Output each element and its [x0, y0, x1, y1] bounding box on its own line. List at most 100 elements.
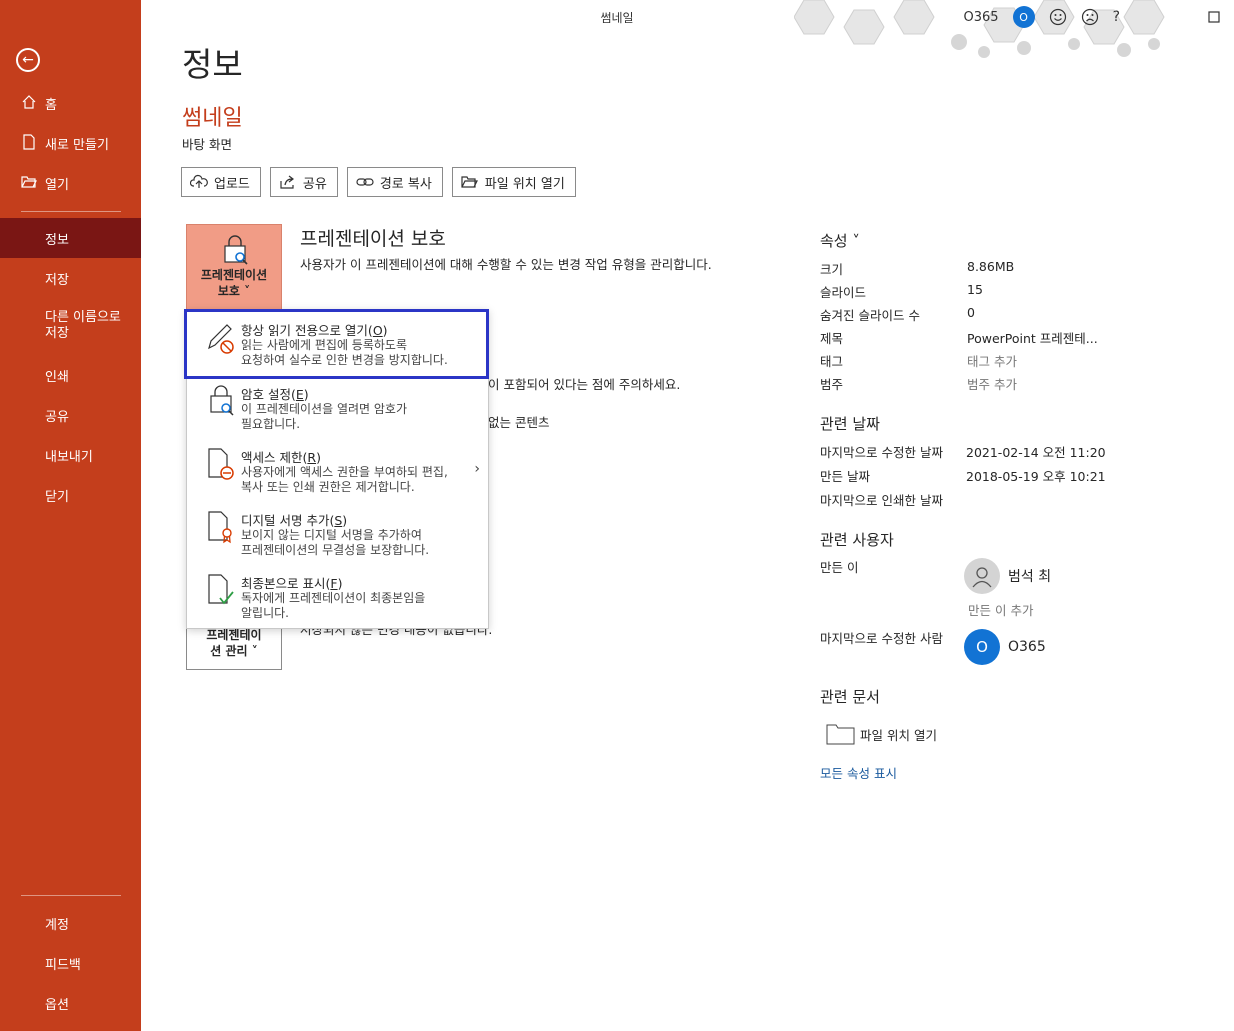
protect-tile-label-1: 프레젠테이션 — [200, 268, 268, 282]
sidebar-item-label: 계정 — [45, 917, 69, 933]
help-icon[interactable]: ? — [1113, 9, 1120, 25]
menu-item-title-text: 항상 읽기 전용으로 열기 — [241, 323, 368, 338]
link-icon — [356, 178, 374, 186]
last-modified-by-label: 마지막으로 수정한 사람 — [820, 631, 943, 646]
upload-icon — [190, 174, 208, 188]
sidebar-item-label: 저장 — [45, 272, 69, 288]
pencil-no-icon — [208, 324, 234, 354]
sidebar-item-feedback[interactable]: 피드백 — [0, 943, 141, 983]
prop-value-title[interactable]: PowerPoint 프레젠테... — [967, 328, 1098, 347]
sidebar-item-label: 열기 — [45, 177, 69, 193]
author-label: 만든 이 — [820, 560, 859, 575]
author-name: 범석 최 — [1008, 569, 1052, 585]
add-author-link[interactable]: 만든 이 추가 — [968, 600, 1033, 619]
sidebar-item-account[interactable]: 계정 — [0, 903, 141, 943]
account-avatar[interactable]: O — [1012, 6, 1035, 28]
document-name: 썸네일 — [182, 106, 243, 131]
prop-value-tags[interactable]: 태그 추가 — [967, 351, 1017, 370]
sidebar-item-label: 옵션 — [45, 997, 69, 1013]
maximize-icon[interactable] — [1208, 11, 1220, 23]
menu-item-always-read-only[interactable]: 항상 읽기 전용으로 열기(O) 읽는 사람에게 편집에 등록하도록 요청하여 … — [187, 314, 488, 376]
menu-item-accesskey: O — [372, 323, 383, 338]
lock-search-icon — [224, 235, 248, 265]
menu-item-title: 디지털 서명 추가(S) — [241, 513, 348, 528]
avatar: O — [964, 629, 1000, 665]
doc-check-icon — [208, 574, 234, 605]
menu-item-desc-2: 요청하여 실수로 인한 변경을 방지합니다. — [241, 353, 448, 367]
sidebar-item-save[interactable]: 저장 — [0, 258, 141, 298]
folder-icon — [826, 724, 855, 745]
menu-item-desc: 보이지 않는 디지털 서명을 추가하여 프레젠테이션의 무결성을 보장합니다. — [241, 528, 481, 558]
share-button[interactable]: 공유 — [269, 167, 338, 197]
copy-path-button[interactable]: 경로 복사 — [346, 167, 443, 197]
prop-value-category[interactable]: 범주 추가 — [967, 374, 1017, 393]
upload-button[interactable]: 업로드 — [181, 167, 261, 197]
user-avatar-icon — [964, 558, 1000, 594]
sidebar-divider — [21, 895, 121, 896]
back-arrow-icon[interactable]: ← — [16, 48, 40, 72]
sidebar-item-home[interactable]: 홈 — [0, 83, 141, 123]
menu-item-title-text: 디지털 서명 추가 — [241, 513, 330, 528]
prop-label-tags: 태그 — [820, 354, 844, 369]
menu-item-digital-signature[interactable]: 디지털 서명 추가(S) 보이지 않는 디지털 서명을 추가하여 프레젠테이션의… — [187, 504, 488, 566]
sidebar-divider — [21, 211, 121, 212]
share-icon — [280, 175, 294, 189]
related-people-header: 관련 사용자 — [820, 531, 894, 549]
account-name[interactable]: O365 — [964, 10, 999, 25]
sidebar-item-export[interactable]: 내보내기 — [0, 435, 141, 475]
menu-item-title: 액세스 제한(R) — [241, 450, 321, 465]
sidebar-item-label: 닫기 — [45, 489, 69, 505]
show-all-properties-link[interactable]: 모든 속성 표시 — [820, 763, 897, 782]
open-file-location-link[interactable]: 파일 위치 열기 — [826, 722, 937, 746]
menu-item-mark-as-final[interactable]: 최종본으로 표시(F) 독자에게 프레젠테이션이 최종본임을 알립니다. — [187, 567, 488, 629]
menu-item-title: 항상 읽기 전용으로 열기(O) — [241, 323, 388, 338]
manage-tile-label: 프레젠테이 션 관리 ˅ — [187, 627, 281, 659]
menu-item-desc: 읽는 사람에게 편집에 등록하도록 요청하여 실수로 인한 변경을 방지합니다. — [241, 338, 481, 368]
doc-ribbon-icon — [208, 511, 232, 544]
menu-item-desc-2: 필요합니다. — [241, 417, 301, 431]
sidebar-item-save-as[interactable]: 다른 이름으로 저장 — [0, 310, 141, 350]
menu-item-desc: 사용자에게 액세스 권한을 부여하되 편집, 복사 또는 인쇄 권한은 제거합니… — [241, 465, 481, 495]
date-label-printed: 마지막으로 인쇄한 날짜 — [820, 493, 943, 508]
sidebar-item-print[interactable]: 인쇄 — [0, 355, 141, 395]
doc-restrict-icon — [208, 448, 234, 480]
backstage-sidebar: ← 홈 새로 만들기 열기 정보 저장 다른 이름으로 저장 인쇄 공유 내보내… — [0, 0, 141, 1031]
prop-label-slides: 슬라이드 — [820, 285, 867, 300]
menu-item-desc: 이 프레젠테이션을 열려면 암호가 필요합니다. — [241, 402, 481, 432]
sidebar-item-label: 내보내기 — [45, 449, 93, 465]
menu-item-accesskey: S — [334, 513, 343, 528]
protect-section-title: 프레젠테이션 보호 — [300, 228, 446, 250]
last-modified-by-entry[interactable]: O O365 — [964, 629, 1046, 665]
sidebar-item-info[interactable]: 정보 — [0, 218, 141, 258]
related-dates-header: 관련 날짜 — [820, 415, 880, 433]
menu-item-desc-1: 보이지 않는 디지털 서명을 추가하여 — [241, 528, 422, 542]
inspect-partial-text: 이 포함되어 있다는 점에 주의하세요. — [488, 377, 681, 392]
sidebar-item-open[interactable]: 열기 — [0, 163, 141, 203]
menu-item-accesskey: R — [307, 450, 317, 465]
smile-feedback-icon[interactable] — [1049, 8, 1067, 26]
sidebar-item-options[interactable]: 옵션 — [0, 983, 141, 1023]
author-entry[interactable]: 범석 최 — [964, 558, 1051, 594]
date-label-modified: 마지막으로 수정한 날짜 — [820, 445, 943, 460]
menu-item-accesskey: F — [330, 576, 338, 591]
prop-value-hidden-slides: 0 — [967, 305, 975, 320]
page-title: 정보 — [182, 45, 243, 84]
open-location-button[interactable]: 파일 위치 열기 — [451, 167, 576, 197]
menu-item-encrypt-password[interactable]: 암호 설정(E) 이 프레젠테이션을 열려면 암호가 필요합니다. — [187, 378, 488, 440]
protect-section-desc: 사용자가 이 프레젠테이션에 대해 수행할 수 있는 변경 작업 유형을 관리합… — [300, 257, 712, 272]
document-location: 바탕 화면 — [182, 137, 232, 152]
sidebar-item-share[interactable]: 공유 — [0, 395, 141, 435]
open-file-location-label: 파일 위치 열기 — [860, 727, 937, 743]
protect-presentation-button[interactable]: 프레젠테이션 보호 ˅ — [186, 224, 282, 310]
prop-label-category: 범주 — [820, 377, 844, 392]
protect-tile-label: 프레젠테이션 보호 ˅ — [187, 267, 281, 299]
prop-value-size: 8.86MB — [967, 259, 1015, 274]
menu-item-title: 최종본으로 표시(F) — [241, 576, 343, 591]
prop-value-slides: 15 — [967, 282, 983, 297]
menu-item-restrict-access[interactable]: 액세스 제한(R) 사용자에게 액세스 권한을 부여하되 편집, 복사 또는 인… — [187, 441, 488, 503]
frown-feedback-icon[interactable] — [1081, 8, 1099, 26]
open-location-label: 파일 위치 열기 — [484, 176, 565, 192]
sidebar-item-new[interactable]: 새로 만들기 — [0, 123, 141, 163]
properties-header[interactable]: 속성 ˅ — [820, 230, 860, 251]
sidebar-item-close[interactable]: 닫기 — [0, 475, 141, 515]
